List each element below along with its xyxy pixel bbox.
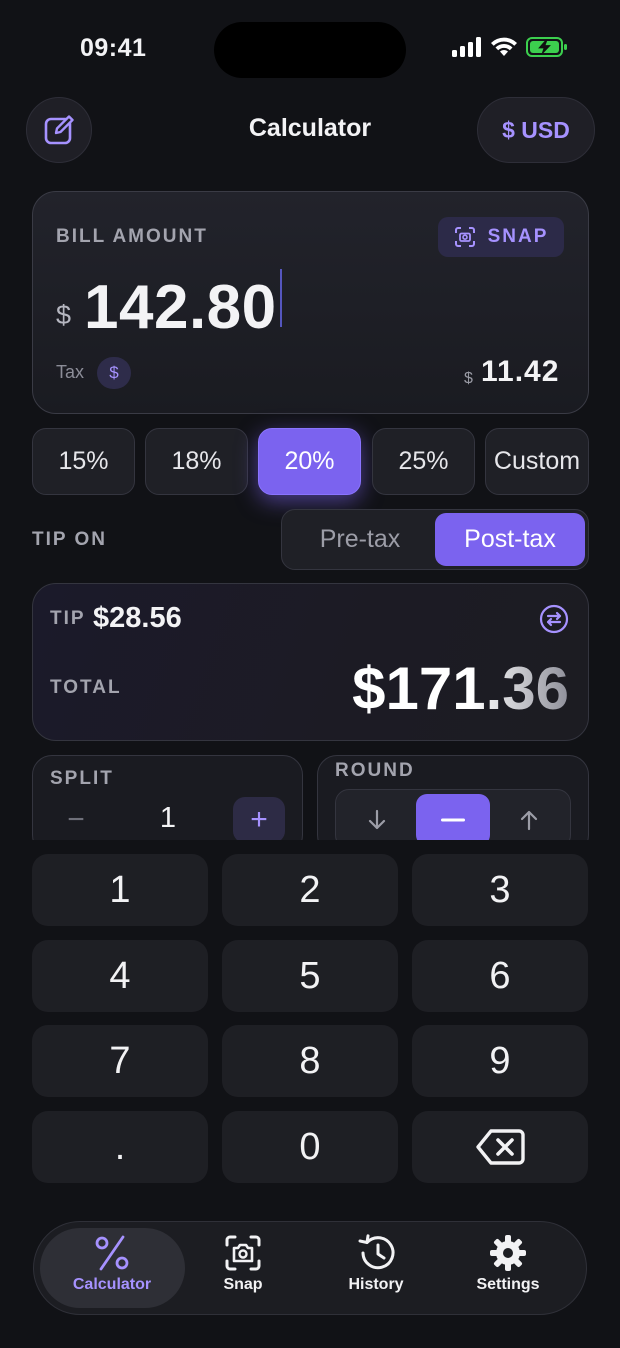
tip-25-button[interactable]: 25% [372,428,475,495]
swap-icon[interactable] [538,603,570,635]
key-8[interactable]: 8 [222,1025,398,1097]
key-2[interactable]: 2 [222,854,398,926]
tab-settings-label: Settings [476,1276,540,1293]
tab-snap-label: Snap [223,1276,263,1293]
history-icon [358,1234,395,1270]
round-label: ROUND [335,760,415,781]
bill-amount-input[interactable]: 142.80 [84,272,277,343]
snap-label: SNAP [487,226,549,247]
tab-settings[interactable]: Settings [443,1234,573,1294]
tip-amount: $28.56 [93,602,182,634]
tip-20-button[interactable]: 20% [258,428,361,495]
percent-icon [95,1235,129,1271]
tab-calculator-label: Calculator [72,1276,152,1293]
camera-scan-icon [225,1235,261,1271]
key-1[interactable]: 1 [32,854,208,926]
key-7[interactable]: 7 [32,1025,208,1097]
tab-history[interactable]: History [311,1234,441,1294]
tip-18-button[interactable]: 18% [145,428,248,495]
minus-icon [441,818,465,822]
arrow-up-icon [520,810,538,831]
round-none-button[interactable] [416,794,490,846]
key-backspace[interactable] [412,1111,588,1183]
tab-history-label: History [348,1276,404,1293]
tax-currency-symbol: $ [464,370,473,387]
battery-charging-icon [526,37,567,57]
snap-receipt-button[interactable]: SNAP [438,217,564,257]
arrow-down-icon [368,809,386,830]
text-caret [280,269,282,327]
split-minus-button[interactable]: − [50,797,102,843]
post-tax-option[interactable]: Post-tax [435,513,585,566]
key-9[interactable]: 9 [412,1025,588,1097]
tax-amount-input[interactable]: 11.42 [481,355,559,389]
split-label: SPLIT [50,768,114,789]
tip-15-button[interactable]: 15% [32,428,135,495]
key-3[interactable]: 3 [412,854,588,926]
pre-tax-option[interactable]: Pre-tax [285,513,435,566]
tip-custom-button[interactable]: Custom [485,428,589,495]
backspace-icon [476,1129,525,1165]
dynamic-island [214,22,406,78]
total-label: TOTAL [50,677,122,698]
round-up-button[interactable] [492,794,566,846]
tab-calculator[interactable]: Calculator [47,1234,177,1294]
bill-amount-label: BILL AMOUNT [56,226,208,247]
tax-type-toggle[interactable]: $ [97,357,131,389]
round-down-button[interactable] [340,794,414,846]
total-amount: $171.36 [352,655,569,722]
currency-button[interactable]: $ USD [477,97,595,163]
tax-label: Tax [56,362,85,382]
signal-icon [452,37,481,57]
status-icons [452,36,568,58]
key-6[interactable]: 6 [412,940,588,1012]
key-4[interactable]: 4 [32,940,208,1012]
split-value: 1 [159,802,177,834]
camera-scan-icon [454,227,475,247]
tip-label: TIP [50,608,86,629]
key-decimal[interactable]: . [32,1111,208,1183]
split-plus-button[interactable]: + [233,797,285,843]
gear-icon [490,1235,526,1271]
wifi-icon [491,37,517,56]
key-5[interactable]: 5 [222,940,398,1012]
status-time: 09:41 [80,34,147,62]
bill-currency-symbol: $ [56,300,72,330]
tip-on-label: TIP ON [32,529,107,550]
tab-snap[interactable]: Snap [178,1234,308,1294]
key-0[interactable]: 0 [222,1111,398,1183]
